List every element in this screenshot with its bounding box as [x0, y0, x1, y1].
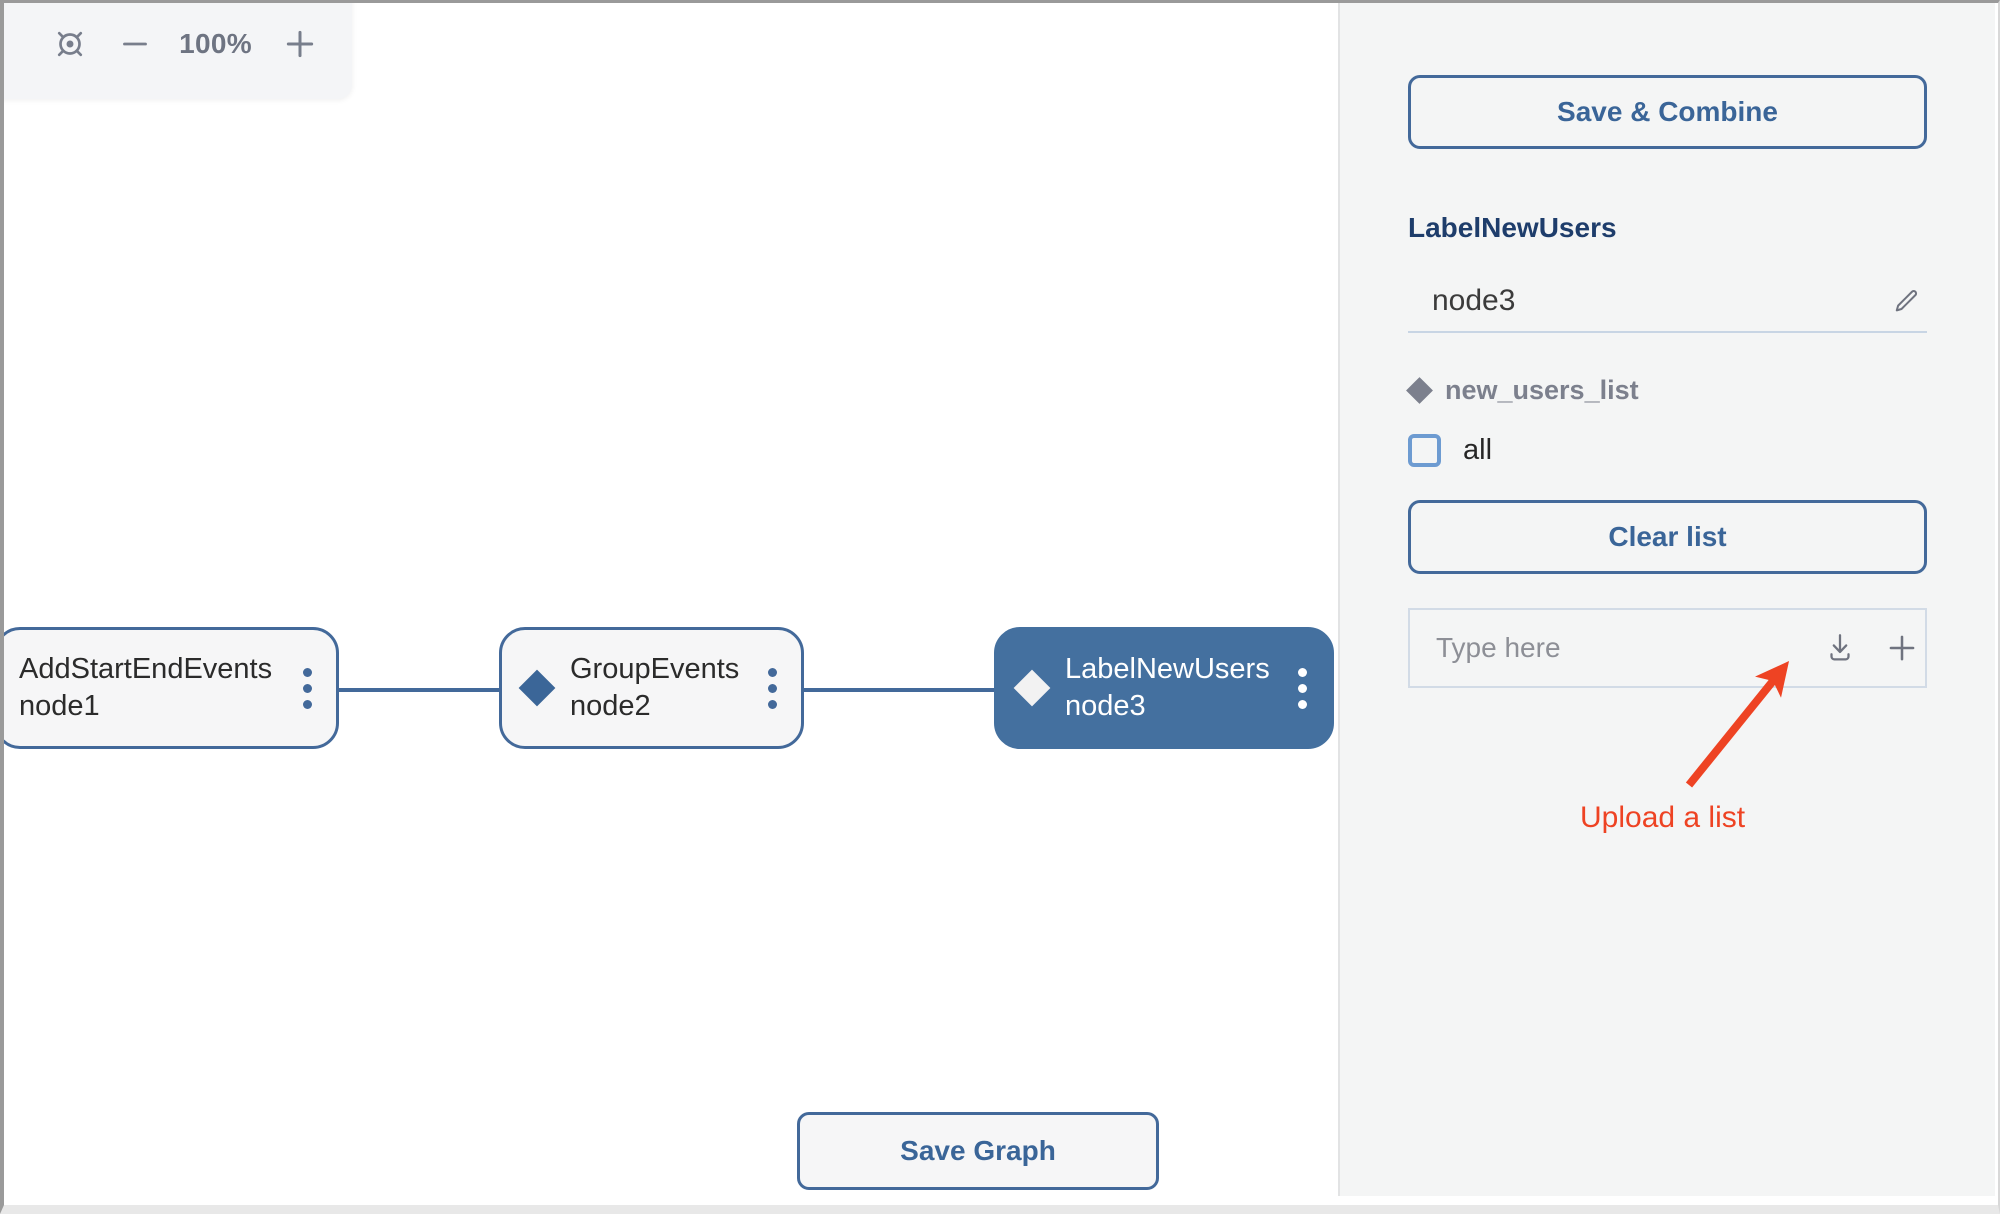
zoom-out-icon[interactable]	[117, 26, 153, 62]
all-checkbox[interactable]	[1408, 434, 1441, 467]
parameter-row: new_users_list	[1406, 375, 1927, 406]
save-and-combine-button[interactable]: Save & Combine	[1408, 75, 1927, 149]
node-label: LabelNewUsers node3	[1065, 651, 1275, 725]
edge-node2-node3	[804, 688, 994, 692]
node-subtitle: node3	[1065, 690, 1146, 722]
annotation-text: Upload a list	[1580, 801, 1746, 834]
zoom-in-icon[interactable]	[280, 24, 320, 64]
graph-canvas[interactable]: 100% AddStartEndEvents node1 GroupEvents…	[4, 3, 1338, 1196]
diamond-icon	[518, 669, 556, 707]
list-input[interactable]	[1436, 632, 1797, 664]
edge-node1-node2	[339, 688, 499, 692]
save-graph-button[interactable]: Save Graph	[797, 1112, 1159, 1190]
all-checkbox-label: all	[1463, 434, 1493, 466]
node-name-field[interactable]: node3	[1408, 271, 1927, 333]
add-item-icon[interactable]	[1883, 629, 1921, 667]
upload-list-icon[interactable]	[1823, 631, 1857, 665]
kebab-menu-icon[interactable]	[759, 667, 785, 709]
zoom-level-label: 100%	[179, 28, 252, 59]
node-title: GroupEvents	[570, 652, 740, 685]
node-label: AddStartEndEvents node1	[19, 651, 280, 725]
pencil-edit-icon[interactable]	[1891, 286, 1921, 316]
node-name-value: node3	[1432, 284, 1516, 317]
node-properties-panel: Save & Combine LabelNewUsers node3 new_u…	[1338, 3, 1995, 1196]
graph-node-node2[interactable]: GroupEvents node2	[499, 627, 804, 749]
node-title: LabelNewUsers	[1065, 652, 1270, 685]
fit-to-view-icon[interactable]	[51, 25, 89, 63]
diamond-icon	[1406, 377, 1433, 404]
node-label: GroupEvents node2	[570, 651, 745, 725]
graph-node-node3[interactable]: LabelNewUsers node3	[994, 627, 1334, 749]
clear-list-button[interactable]: Clear list	[1408, 500, 1927, 574]
list-input-row	[1408, 608, 1927, 688]
parameter-label: new_users_list	[1445, 375, 1639, 405]
node-subtitle: node2	[570, 690, 651, 722]
panel-node-title: LabelNewUsers	[1408, 212, 1617, 243]
diamond-icon	[1013, 669, 1051, 707]
all-checkbox-row: all	[1408, 434, 1927, 467]
node-title: AddStartEndEvents	[19, 652, 273, 685]
zoom-control-toolbar: 100%	[4, 3, 352, 99]
graph-node-node1[interactable]: AddStartEndEvents node1	[4, 627, 339, 749]
node-subtitle: node1	[19, 690, 100, 722]
kebab-menu-icon[interactable]	[1289, 667, 1315, 709]
kebab-menu-icon[interactable]	[294, 667, 320, 709]
application-window: 100% AddStartEndEvents node1 GroupEvents…	[0, 0, 2000, 1214]
